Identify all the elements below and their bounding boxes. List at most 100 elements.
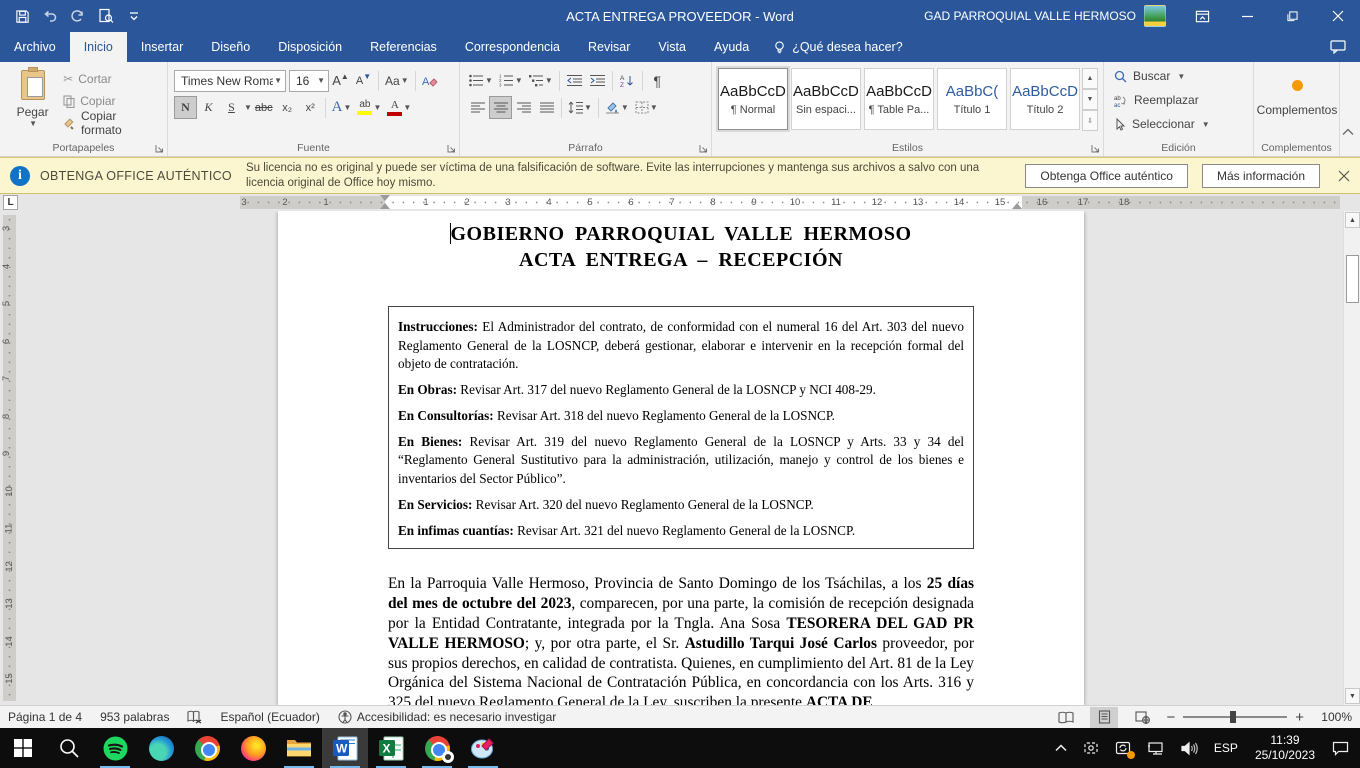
taskbar-paint3d-icon[interactable] xyxy=(460,728,506,768)
taskbar-word-icon[interactable]: W xyxy=(322,728,368,768)
taskbar-chrome-icon[interactable] xyxy=(184,728,230,768)
web-layout-button[interactable] xyxy=(1128,707,1156,728)
format-painter-button[interactable]: Copiar formato xyxy=(59,112,163,134)
tab-diseño[interactable]: Diseño xyxy=(197,32,264,62)
select-button[interactable]: Seleccionar▼ xyxy=(1110,112,1249,136)
subscript-button[interactable]: x₂ xyxy=(276,96,299,119)
tab-vista[interactable]: Vista xyxy=(644,32,700,62)
font-dialog-launcher[interactable] xyxy=(447,144,456,153)
multilevel-list-button[interactable]: ▼ xyxy=(526,69,556,92)
print-layout-button[interactable] xyxy=(1090,707,1118,728)
taskbar-search-icon[interactable] xyxy=(46,728,92,768)
print-preview-icon[interactable] xyxy=(94,4,118,28)
find-button[interactable]: Buscar▼ xyxy=(1110,64,1249,88)
zoom-in-icon[interactable]: + xyxy=(1295,710,1304,725)
page-indicator[interactable]: Página 1 de 4 xyxy=(8,710,82,724)
tab-inicio[interactable]: Inicio xyxy=(70,32,127,62)
italic-button[interactable]: K xyxy=(197,96,220,119)
style-card[interactable]: AaBbCcDc¶ Normal xyxy=(718,68,788,130)
undo-icon[interactable] xyxy=(38,4,62,28)
align-right-button[interactable] xyxy=(512,96,535,119)
strikethrough-button[interactable]: abc xyxy=(252,96,276,119)
paragraph-dialog-launcher[interactable] xyxy=(699,144,708,153)
scroll-up-icon[interactable]: ▲ xyxy=(1345,212,1360,228)
word-count[interactable]: 953 palabras xyxy=(100,710,169,724)
font-color-button[interactable]: A▼ xyxy=(384,96,414,119)
underline-dropdown-icon[interactable]: ▼ xyxy=(244,103,252,112)
accessibility-status[interactable]: Accesibilidad: es necesario investigar xyxy=(338,710,556,724)
save-button[interactable] xyxy=(10,4,34,28)
decrease-indent-button[interactable] xyxy=(563,69,586,92)
style-card[interactable]: AaBbCcD¶ Table Pa... xyxy=(864,68,934,130)
shading-button[interactable]: ▼ xyxy=(602,96,632,119)
taskbar-clock[interactable]: 11:39 25/10/2023 xyxy=(1247,728,1323,768)
paste-button[interactable]: Pegar ▼ xyxy=(6,66,59,138)
vertical-scrollbar[interactable]: ▲ ▼ xyxy=(1343,211,1360,705)
language-indicator[interactable]: Español (Ecuador) xyxy=(220,710,319,724)
taskbar-file-explorer-icon[interactable] xyxy=(276,728,322,768)
scroll-down-icon[interactable]: ▼ xyxy=(1345,688,1360,704)
styles-scroll-down-icon[interactable]: ▼ xyxy=(1082,89,1098,110)
borders-button[interactable]: ▼ xyxy=(632,96,661,119)
numbering-button[interactable]: 123▼ xyxy=(496,69,526,92)
shrink-font-button[interactable]: A▼ xyxy=(352,69,375,92)
line-spacing-button[interactable]: ▼ xyxy=(565,96,595,119)
collapse-ribbon-icon[interactable] xyxy=(1342,128,1354,136)
style-card[interactable]: AaBbCcDTítulo 2 xyxy=(1010,68,1080,130)
document-page[interactable]: GOBIERNO PARROQUIAL VALLE HERMOSO ACTA E… xyxy=(278,211,1084,705)
font-name-combo[interactable]: Times New Roma▼ xyxy=(174,70,286,92)
tab-disposición[interactable]: Disposición xyxy=(264,32,356,62)
feedback-icon[interactable] xyxy=(1330,40,1346,54)
volume-icon[interactable] xyxy=(1174,728,1205,768)
styles-more-icon[interactable]: ⇩ xyxy=(1082,110,1098,131)
grow-font-button[interactable]: A▲ xyxy=(329,69,352,92)
vertical-ruler[interactable]: 3456789101112131415 xyxy=(3,215,16,701)
justify-button[interactable] xyxy=(535,96,558,119)
right-indent-marker[interactable] xyxy=(1012,203,1022,209)
style-card[interactable]: AaBbC(Título 1 xyxy=(937,68,1007,130)
more-info-button[interactable]: Más información xyxy=(1202,164,1320,188)
styles-dialog-launcher[interactable] xyxy=(1091,144,1100,153)
replace-button[interactable]: abac Reemplazar xyxy=(1110,88,1249,112)
taskbar-excel-icon[interactable]: X xyxy=(368,728,414,768)
taskbar-chrome-profile-icon[interactable] xyxy=(414,728,460,768)
tray-chevron-icon[interactable] xyxy=(1048,728,1074,768)
zoom-slider[interactable] xyxy=(1183,716,1287,718)
align-center-button[interactable] xyxy=(489,96,512,119)
taskbar-edge-icon[interactable] xyxy=(138,728,184,768)
zoom-out-icon[interactable]: − xyxy=(1166,710,1175,725)
ribbon-display-options-icon[interactable] xyxy=(1180,0,1225,32)
language-tray-indicator[interactable]: ESP xyxy=(1207,728,1245,768)
styles-scroll-up-icon[interactable]: ▲ xyxy=(1082,68,1098,89)
taskbar-firefox-icon[interactable] xyxy=(230,728,276,768)
network-icon[interactable] xyxy=(1140,728,1172,768)
tab-revisar[interactable]: Revisar xyxy=(574,32,644,62)
customize-quick-access-icon[interactable] xyxy=(122,4,146,28)
proofing-icon[interactable] xyxy=(187,710,202,724)
show-marks-button[interactable]: ¶ xyxy=(646,69,669,92)
zoom-slider-thumb[interactable] xyxy=(1230,711,1236,723)
text-effects-button[interactable]: A▼ xyxy=(329,96,355,119)
align-left-button[interactable] xyxy=(466,96,489,119)
start-button[interactable] xyxy=(0,728,46,768)
close-button[interactable] xyxy=(1315,0,1360,32)
tell-me-box[interactable]: ¿Qué desea hacer? xyxy=(763,32,913,62)
ruler-strip[interactable]: 321123456789101112131415161718 xyxy=(240,196,1340,209)
underline-button[interactable]: S xyxy=(220,96,243,119)
style-card[interactable]: AaBbCcDcSin espaci... xyxy=(791,68,861,130)
account-name[interactable]: GAD PARROQUIAL VALLE HERMOSO xyxy=(924,9,1136,23)
clipboard-dialog-launcher[interactable] xyxy=(155,144,164,153)
zoom-percentage[interactable]: 100% xyxy=(1314,710,1352,724)
first-line-indent-marker[interactable] xyxy=(380,195,390,201)
hanging-indent-marker[interactable] xyxy=(380,203,390,209)
tab-referencias[interactable]: Referencias xyxy=(356,32,451,62)
redo-icon[interactable] xyxy=(66,4,90,28)
account-avatar[interactable] xyxy=(1144,5,1166,27)
bold-button[interactable]: N xyxy=(174,96,197,119)
highlight-button[interactable]: ab▼ xyxy=(354,96,384,119)
read-mode-button[interactable] xyxy=(1052,707,1080,728)
tab-correspondencia[interactable]: Correspondencia xyxy=(451,32,574,62)
font-size-combo[interactable]: 16▼ xyxy=(289,70,329,92)
banner-close-icon[interactable] xyxy=(1338,170,1350,182)
bullets-button[interactable]: ▼ xyxy=(466,69,496,92)
